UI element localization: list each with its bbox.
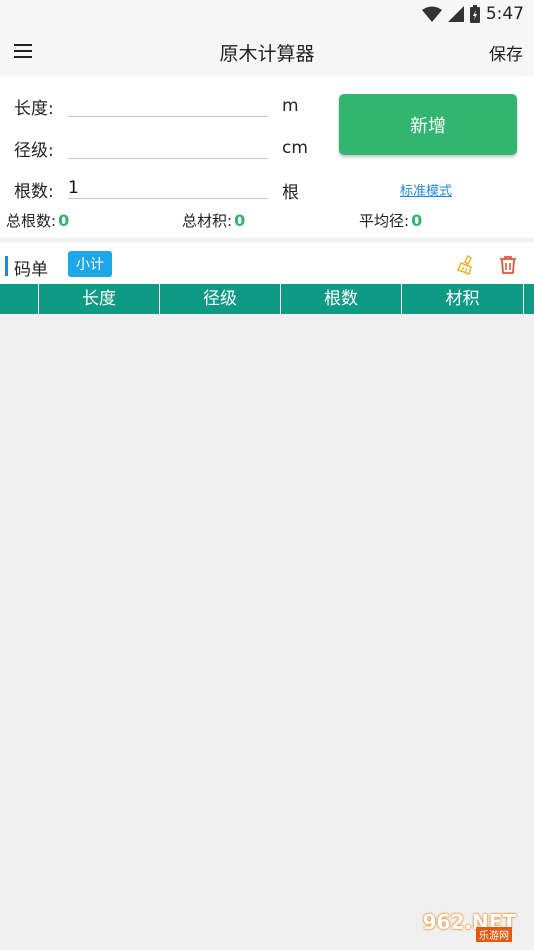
- input-form: 长度: m 径级: cm 根数: 1 根 新增 标准模式 总根数: 0 总材积: 0…: [0, 76, 534, 238]
- total-volume-value: 0: [234, 211, 246, 230]
- standard-mode-link[interactable]: 标准模式: [400, 180, 452, 199]
- list-title: 码单: [14, 260, 48, 280]
- section-marker: [5, 256, 8, 276]
- column-header-volume: 材积: [402, 284, 524, 314]
- diameter-label: 径级:: [14, 141, 54, 161]
- subtotal-button[interactable]: 小计: [68, 251, 112, 277]
- watermark-logo: 962.NET 乐游网: [402, 906, 526, 942]
- status-time: 5:47: [485, 4, 524, 24]
- watermark-subtext: 乐游网: [476, 927, 512, 942]
- avg-diameter-stat: 平均径: 0: [359, 210, 422, 231]
- list-toolbar: 码单 小计: [0, 242, 534, 284]
- count-label: 根数:: [14, 182, 54, 202]
- column-header-action: [524, 284, 534, 314]
- avg-diameter-label: 平均径:: [359, 212, 410, 230]
- count-input[interactable]: 1: [68, 178, 268, 199]
- total-count-stat: 总根数: 0: [6, 210, 69, 231]
- diameter-input[interactable]: [68, 138, 268, 159]
- add-button[interactable]: 新增: [339, 94, 517, 155]
- total-count-label: 总根数:: [6, 212, 57, 230]
- battery-icon: [469, 5, 480, 23]
- broom-icon[interactable]: [456, 255, 476, 275]
- total-volume-stat: 总材积: 0: [182, 210, 245, 231]
- avg-diameter-value: 0: [411, 211, 423, 230]
- signal-icon: [447, 6, 464, 22]
- length-input[interactable]: [68, 96, 268, 117]
- column-header-length: 长度: [39, 284, 160, 314]
- page-title: 原木计算器: [219, 43, 315, 65]
- column-header-diameter: 径级: [160, 284, 281, 314]
- table-header: 长度 径级 根数 材积: [0, 284, 534, 314]
- app-bar: 原木计算器 保存: [0, 28, 534, 76]
- column-header-index: [0, 284, 39, 314]
- diameter-unit: cm: [282, 138, 308, 158]
- status-bar: 5:47: [0, 0, 534, 28]
- count-unit: 根: [282, 183, 299, 203]
- save-button[interactable]: 保存: [489, 40, 523, 65]
- wifi-icon: [421, 6, 442, 22]
- length-unit: m: [282, 96, 299, 116]
- trash-icon[interactable]: [498, 255, 518, 275]
- status-icons: 5:47: [421, 3, 524, 25]
- total-volume-label: 总材积:: [182, 212, 233, 230]
- column-header-count: 根数: [281, 284, 402, 314]
- length-label: 长度:: [14, 99, 54, 119]
- total-count-value: 0: [58, 211, 70, 230]
